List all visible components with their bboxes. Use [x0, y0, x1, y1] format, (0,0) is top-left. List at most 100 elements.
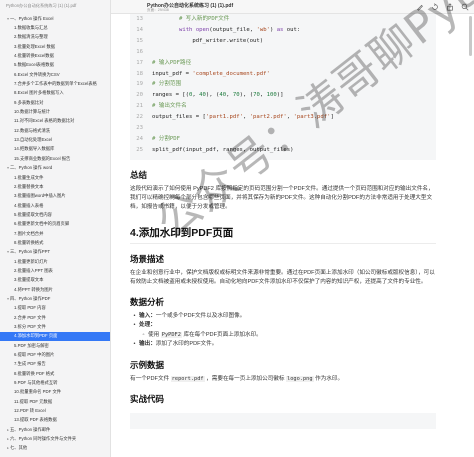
outline-item[interactable]: 14.把数据导入数据库 — [0, 145, 110, 154]
outline-label: 6.提取 PDF 中的图片 — [14, 352, 55, 358]
outline-item[interactable]: 12.数据与格式清洗 — [0, 126, 110, 135]
code-block: 13 # 写入新的PDF文件 14 with open (output_file, … — [130, 14, 436, 160]
outline-label: 13.提取 PDF 表格数据 — [14, 417, 57, 423]
outline-section[interactable]: ▾ 二、Python 操作 word — [0, 164, 110, 173]
process-text: 使用 — [148, 331, 161, 338]
outline-item[interactable]: 8.Excel 图片多格数据写入 — [0, 89, 110, 98]
share-icon[interactable] — [446, 3, 454, 11]
outline-label: 6.批量更新文档中的页眉页脚 — [14, 221, 70, 227]
outline-label: 三、Python 操作PPT — [10, 249, 51, 255]
outline-item[interactable]: 4.添加水印到PDF 页面 — [0, 331, 110, 342]
markup-icon[interactable] — [416, 3, 424, 11]
outline-item[interactable]: 10.批量重命名 PDF 文件 — [0, 388, 110, 397]
outline-item[interactable]: 9.多表数据比对 — [0, 98, 110, 107]
outline-item[interactable]: 4.将PPT 转换为图片 — [0, 285, 110, 294]
outline-item[interactable]: 2.数据清洗与整理 — [0, 33, 110, 42]
outline-item[interactable]: 6.批量更新文档中的页眉页脚 — [0, 220, 110, 229]
code-heading: 实战代码 — [130, 393, 165, 404]
code-token: output_files = [ — [152, 114, 206, 121]
outline-section[interactable]: ▸ 五、Python 操作邮件 — [0, 425, 110, 434]
line-number: 13 — [136, 16, 143, 22]
outline-item[interactable]: 1.提取 PDF 内容 — [0, 304, 110, 313]
outline-item[interactable]: 3.批量提取文本 — [0, 276, 110, 285]
vertical-scrollbar[interactable] — [469, 16, 472, 56]
line-number: 21 — [136, 103, 143, 110]
outline-label: 3.批量提取文本 — [14, 277, 44, 283]
example-paragraph: 有一个PDF文件 report.pdf ，需要在每一页上添加公司徽标 logo.… — [130, 375, 436, 384]
outline-item[interactable]: 10.数据计算与统计 — [0, 107, 110, 116]
outline-item[interactable]: 11.提取 PDF 元数据 — [0, 397, 110, 406]
outline-label: 4.批量转换Excel数据 — [14, 53, 54, 59]
summary-heading: 总结 — [130, 169, 148, 180]
outline-item[interactable]: 2.批量插入PPT 图表 — [0, 266, 110, 275]
outline-label: 4.批量插入表格 — [14, 202, 44, 208]
outline-section[interactable]: ▸ 六、Python 同时操作文件与文件夹 — [0, 434, 110, 443]
code-token: 40 — [219, 92, 227, 99]
outline-item[interactable]: 1.批量生成文件 — [0, 173, 110, 182]
code-token: split_pdf(input_pdf, ranges, output_file… — [152, 146, 294, 153]
outline-item[interactable]: 13.自动化处理Excel — [0, 135, 110, 144]
outline-item[interactable]: 5.数据Excel表格数据 — [0, 61, 110, 70]
bullet-icon: • — [133, 322, 136, 329]
outline-item[interactable]: 6.提取 PDF 中的图片 — [0, 350, 110, 359]
input-label: 输入： — [139, 312, 156, 319]
outline-item[interactable]: 8.批量转换格式 — [0, 238, 110, 247]
summary-paragraph: 这段代码演示了如何使用 PyPDF2 库按照指定的页码范围分割一个PDF文件。通… — [130, 185, 434, 210]
outline-item[interactable]: 7.图片文档合并 — [0, 229, 110, 238]
outline-item[interactable]: 5.批量提取文档内容 — [0, 210, 110, 219]
code-token: , — [192, 92, 200, 99]
outline-item[interactable]: 8.批量转换 PDF 格式 — [0, 369, 110, 378]
outline-item[interactable]: 4.批量插入表格 — [0, 201, 110, 210]
outline-item[interactable]: 3.批量插图word中插入图片 — [0, 192, 110, 201]
code-token: ), ( — [205, 92, 220, 99]
outline-item[interactable]: 1.数据收集与汇总 — [0, 23, 110, 32]
code-line: 13 # 写入新的PDF文件 — [130, 14, 436, 25]
outline-item[interactable]: 1.批量更新幻灯片 — [0, 257, 110, 266]
code-line: 17 # 输入PDF路径 — [130, 58, 436, 69]
outline-item[interactable]: 9.PDF 与其他格式互转 — [0, 378, 110, 387]
outline-section[interactable]: ▾ 四、Python 操作PDF — [0, 294, 110, 303]
code-line: 21 # 输出文件名 — [130, 101, 436, 112]
outline-section[interactable]: ▾ 一、Python 操作 Excel — [0, 14, 110, 23]
outline-item[interactable]: 13.提取 PDF 表格数据 — [0, 416, 110, 425]
outline-item[interactable]: 2.批量替换文本 — [0, 182, 110, 191]
outline-section[interactable]: ▾ 三、Python 操作PPT — [0, 248, 110, 257]
outline-label: 8.Excel 图片多格数据写入 — [14, 90, 64, 96]
process-label: 处理： — [139, 322, 156, 329]
code-line: 14 with open (output_file, 'wb') as out: — [130, 25, 436, 36]
outline-item[interactable]: 7.合并多个工作表中的数据到单个Excel表格 — [0, 79, 110, 88]
outline-item[interactable]: 5.PDF 加密与解密 — [0, 341, 110, 350]
code-line: 18 input_pdf = 'complete_document.pdf' — [130, 69, 436, 80]
code-token: ] — [330, 114, 334, 121]
outline-label: 5.批量提取文档内容 — [14, 211, 52, 217]
outline-item[interactable]: 15.支撑商业数据的Excel 报告 — [0, 154, 110, 163]
code-line: 19 # 分割范围 — [130, 79, 436, 90]
outline-label: 12.数据与格式清洗 — [14, 127, 51, 133]
code-token: open — [195, 26, 210, 33]
outline-item[interactable]: 3.拆分 PDF 文件 — [0, 322, 110, 331]
outline-item[interactable]: 12.PDF 转 Excel — [0, 406, 110, 415]
outline-section[interactable]: ▸ 七、其他 — [0, 444, 110, 453]
outline-item[interactable]: 11.对不同Excel 表格的数据比对 — [0, 117, 110, 126]
outline-label: 8.批量转换格式 — [14, 239, 44, 245]
input-text: 一个或多个PDF文件以及水印图像。 — [155, 312, 246, 319]
outline-label: 2.合并 PDF 文件 — [14, 314, 46, 320]
outline-label: 11.对不同Excel 表格的数据比对 — [14, 118, 75, 124]
code-token: out: — [283, 26, 301, 33]
outline-item[interactable]: 2.合并 PDF 文件 — [0, 313, 110, 322]
outline-label: 8.批量转换 PDF 格式 — [14, 370, 55, 376]
outline-label: 3.批量处理Excel 数据 — [14, 43, 56, 49]
outline-item[interactable]: 6.Excel 文件转换为CSV — [0, 70, 110, 79]
outline-item[interactable]: 7.生成 PDF 报告 — [0, 360, 110, 369]
outline-item[interactable]: 3.批量处理Excel 数据 — [0, 42, 110, 51]
code-line: 23 — [130, 123, 436, 134]
code-token: , — [242, 114, 250, 121]
bullet-icon: • — [133, 312, 136, 319]
outline-item[interactable]: 4.批量转换Excel数据 — [0, 51, 110, 60]
output-label: 输出： — [139, 341, 156, 348]
search-icon[interactable] — [461, 3, 469, 11]
rotate-icon[interactable] — [431, 3, 439, 11]
scene-heading: 场景描述 — [130, 253, 165, 264]
outline-label: 4.将PPT 转换为图片 — [14, 286, 53, 292]
